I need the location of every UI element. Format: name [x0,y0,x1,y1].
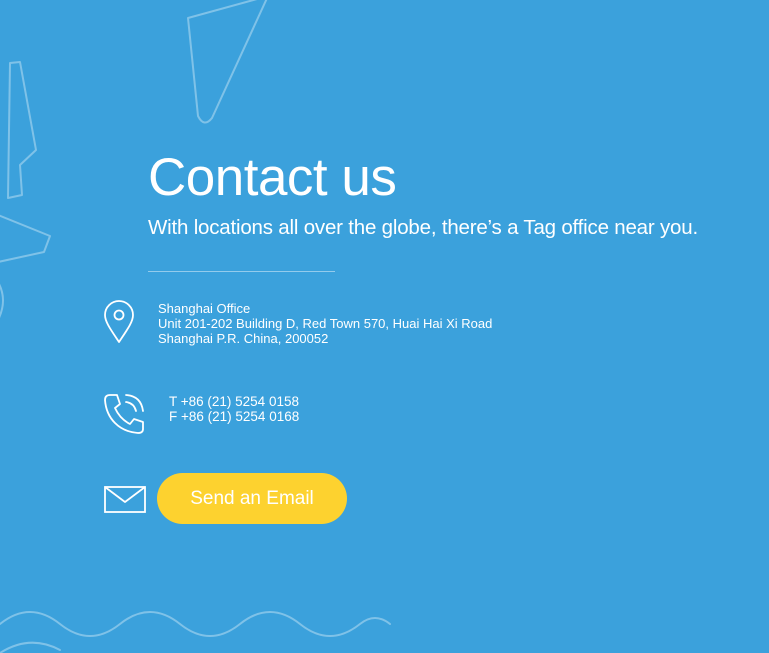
page-subtitle: With locations all over the globe, there… [148,216,698,239]
globe-arc [0,283,4,318]
paper-plane-wing-top [187,0,268,124]
envelope-icon [104,486,146,513]
address-line-1: Unit 201-202 Building D, Red Town 570, H… [158,316,493,331]
page-title: Contact us [148,148,397,207]
paper-plane-wing-left [7,61,37,199]
wave-line [0,611,391,637]
phone-numbers: T +86 (21) 5254 0158 F +86 (21) 5254 016… [169,394,299,424]
address-line-2: Shanghai P.R. China, 200052 [158,331,329,346]
wave-line-lower [0,641,61,653]
office-address: Shanghai Office Unit 201-202 Building D,… [158,301,492,346]
fax-number: F +86 (21) 5254 0168 [169,409,300,424]
telephone-number[interactable]: T +86 (21) 5254 0158 [169,394,299,409]
send-email-button[interactable]: Send an Email [157,473,347,524]
phone-icon [104,394,144,434]
location-pin-icon [104,300,134,343]
divider [148,271,335,272]
office-name: Shanghai Office [158,301,251,316]
paper-plane-tail [0,214,51,263]
